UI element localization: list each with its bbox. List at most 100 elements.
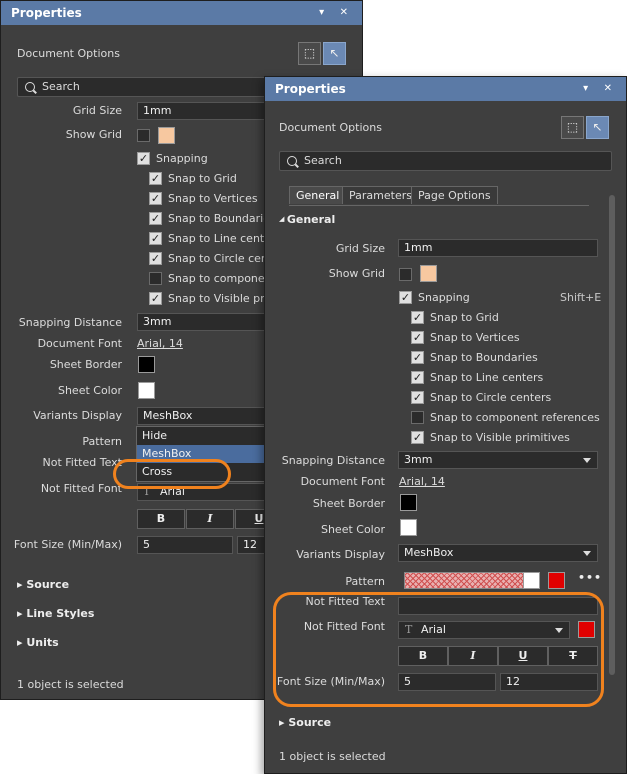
font-size-min-field[interactable]: 5 (137, 536, 233, 554)
grid-size-label: Grid Size (335, 242, 385, 255)
snap-line-centers-label: Snap to Line centers (430, 371, 544, 384)
bold-button[interactable]: B (137, 509, 185, 529)
properties-panel-front: Properties ▾ ✕ Document Options ⬚ ↖ Sear… (264, 76, 627, 774)
snap-boundaries-label: Snap to Boundaries (168, 212, 276, 225)
snapping-shortcut: Shift+E (560, 291, 602, 304)
sheet-border-label: Sheet Border (49, 358, 122, 371)
document-font-link[interactable]: Arial, 14 (137, 337, 183, 350)
sheet-border-label: Sheet Border (312, 497, 385, 510)
sheet-color-swatch[interactable] (138, 382, 155, 399)
snap-boundaries-checkbox[interactable]: ✓ (411, 351, 424, 364)
snap-grid-checkbox[interactable]: ✓ (411, 311, 424, 324)
sheet-color-swatch[interactable] (400, 519, 417, 536)
panel-title: Properties (275, 82, 346, 96)
document-font-link[interactable]: Arial, 14 (399, 475, 445, 488)
variants-option-hide[interactable]: Hide (137, 427, 265, 445)
section-units[interactable]: Units (17, 636, 58, 649)
status-text: 1 object is selected (17, 678, 124, 691)
snap-component-refs-label: Snap to component references (430, 411, 600, 424)
more-icon[interactable]: ••• (578, 571, 602, 584)
pattern-label: Pattern (82, 435, 122, 448)
snap-grid-checkbox[interactable]: ✓ (149, 172, 162, 185)
snap-grid-label: Snap to Grid (430, 311, 499, 324)
snap-boundaries-checkbox[interactable]: ✓ (149, 212, 162, 225)
grid-color-swatch[interactable] (420, 265, 437, 282)
sheet-border-swatch[interactable] (400, 494, 417, 511)
show-grid-label: Show Grid (328, 267, 385, 280)
document-options-label: Document Options (279, 121, 382, 134)
snapping-label: Snapping (418, 291, 470, 304)
snap-boundaries-label: Snap to Boundaries (430, 351, 538, 364)
snap-circle-centers-label: Snap to Circle centers (430, 391, 552, 404)
snap-grid-label: Snap to Grid (168, 172, 237, 185)
tab-general[interactable]: General (289, 186, 347, 204)
grid-size-field[interactable]: 1mm (137, 102, 277, 120)
select-filter-icon[interactable]: ⬚ (298, 42, 321, 65)
scrollbar[interactable] (609, 195, 615, 675)
section-line-styles[interactable]: Line Styles (17, 607, 94, 620)
grid-color-swatch[interactable] (158, 127, 175, 144)
section-source[interactable]: Source (17, 578, 69, 591)
variants-display-label: Variants Display (296, 548, 385, 561)
snap-vertices-label: Snap to Vertices (168, 192, 258, 205)
pattern-label: Pattern (345, 575, 385, 588)
tab-page-options[interactable]: Page Options (411, 186, 498, 204)
snap-component-refs-checkbox[interactable] (149, 272, 162, 285)
panel-title-bar: Properties ▾ ✕ (265, 77, 626, 101)
snap-line-centers-checkbox[interactable]: ✓ (411, 371, 424, 384)
snap-vertices-checkbox[interactable]: ✓ (149, 192, 162, 205)
panel-window-controls[interactable]: ▾ ✕ (583, 77, 618, 101)
tab-parameters[interactable]: Parameters (342, 186, 419, 204)
panel-window-controls[interactable]: ▾ ✕ (319, 1, 354, 25)
grid-size-label: Grid Size (72, 104, 122, 117)
search-icon (25, 82, 35, 92)
snap-component-refs-checkbox[interactable] (411, 411, 424, 424)
search-input[interactable]: Search (279, 151, 612, 171)
snapping-distance-label: Snapping Distance (281, 454, 385, 467)
variants-display-dropdown[interactable]: MeshBox (398, 544, 598, 562)
not-fitted-text-label: Not Fitted Text (42, 456, 122, 469)
italic-button[interactable]: I (186, 509, 234, 529)
snap-visible-primitives-checkbox[interactable]: ✓ (149, 292, 162, 305)
select-cursor-icon[interactable]: ↖ (586, 116, 609, 139)
cross-option-highlight (113, 459, 231, 489)
show-grid-checkbox[interactable] (399, 268, 412, 281)
snapping-checkbox[interactable]: ✓ (399, 291, 412, 304)
variants-display-dropdown[interactable]: MeshBox (137, 407, 277, 425)
snapping-distance-dropdown[interactable]: 3mm (398, 451, 598, 469)
sheet-color-label: Sheet Color (320, 523, 385, 536)
panel-title: Properties (11, 6, 82, 20)
sheet-border-swatch[interactable] (138, 356, 155, 373)
document-font-label: Document Font (37, 337, 122, 350)
not-fitted-font-label: Not Fitted Font (40, 482, 122, 495)
snapping-checkbox[interactable]: ✓ (137, 152, 150, 165)
sheet-color-label: Sheet Color (57, 384, 122, 397)
pattern-preview[interactable] (404, 572, 524, 589)
status-text: 1 object is selected (279, 750, 386, 763)
select-cursor-icon[interactable]: ↖ (323, 42, 346, 65)
variants-display-label: Variants Display (33, 409, 122, 422)
section-source[interactable]: Source (279, 716, 331, 729)
show-grid-checkbox[interactable] (137, 129, 150, 142)
snapping-distance-field[interactable]: 3mm (137, 313, 277, 331)
general-group-title[interactable]: General (279, 213, 335, 226)
grid-size-field[interactable]: 1mm (398, 239, 598, 257)
snap-visible-primitives-checkbox[interactable]: ✓ (411, 431, 424, 444)
snap-line-centers-checkbox[interactable]: ✓ (149, 232, 162, 245)
tab-bar: General Parameters Page Options (289, 186, 589, 206)
show-grid-label: Show Grid (65, 128, 122, 141)
snap-vertices-label: Snap to Vertices (430, 331, 520, 344)
snap-vertices-checkbox[interactable]: ✓ (411, 331, 424, 344)
not-fitted-settings-highlight (273, 592, 604, 707)
snapping-label: Snapping (156, 152, 208, 165)
document-font-label: Document Font (300, 475, 385, 488)
snap-circle-centers-checkbox[interactable]: ✓ (149, 252, 162, 265)
snap-circle-centers-checkbox[interactable]: ✓ (411, 391, 424, 404)
search-icon (287, 156, 297, 166)
font-size-label: Font Size (Min/Max) (13, 538, 122, 551)
pattern-bg-color-swatch[interactable] (523, 572, 540, 589)
pattern-fg-color-swatch[interactable] (548, 572, 565, 589)
select-filter-icon[interactable]: ⬚ (561, 116, 584, 139)
document-options-label: Document Options (17, 47, 120, 60)
snap-visible-primitives-label: Snap to Visible primitives (430, 431, 570, 444)
